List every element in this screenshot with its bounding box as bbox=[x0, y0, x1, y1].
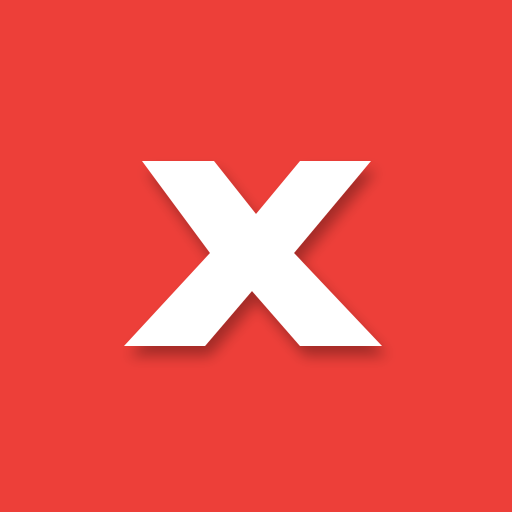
app-icon bbox=[0, 0, 512, 512]
app-icon-graphic bbox=[0, 0, 512, 512]
